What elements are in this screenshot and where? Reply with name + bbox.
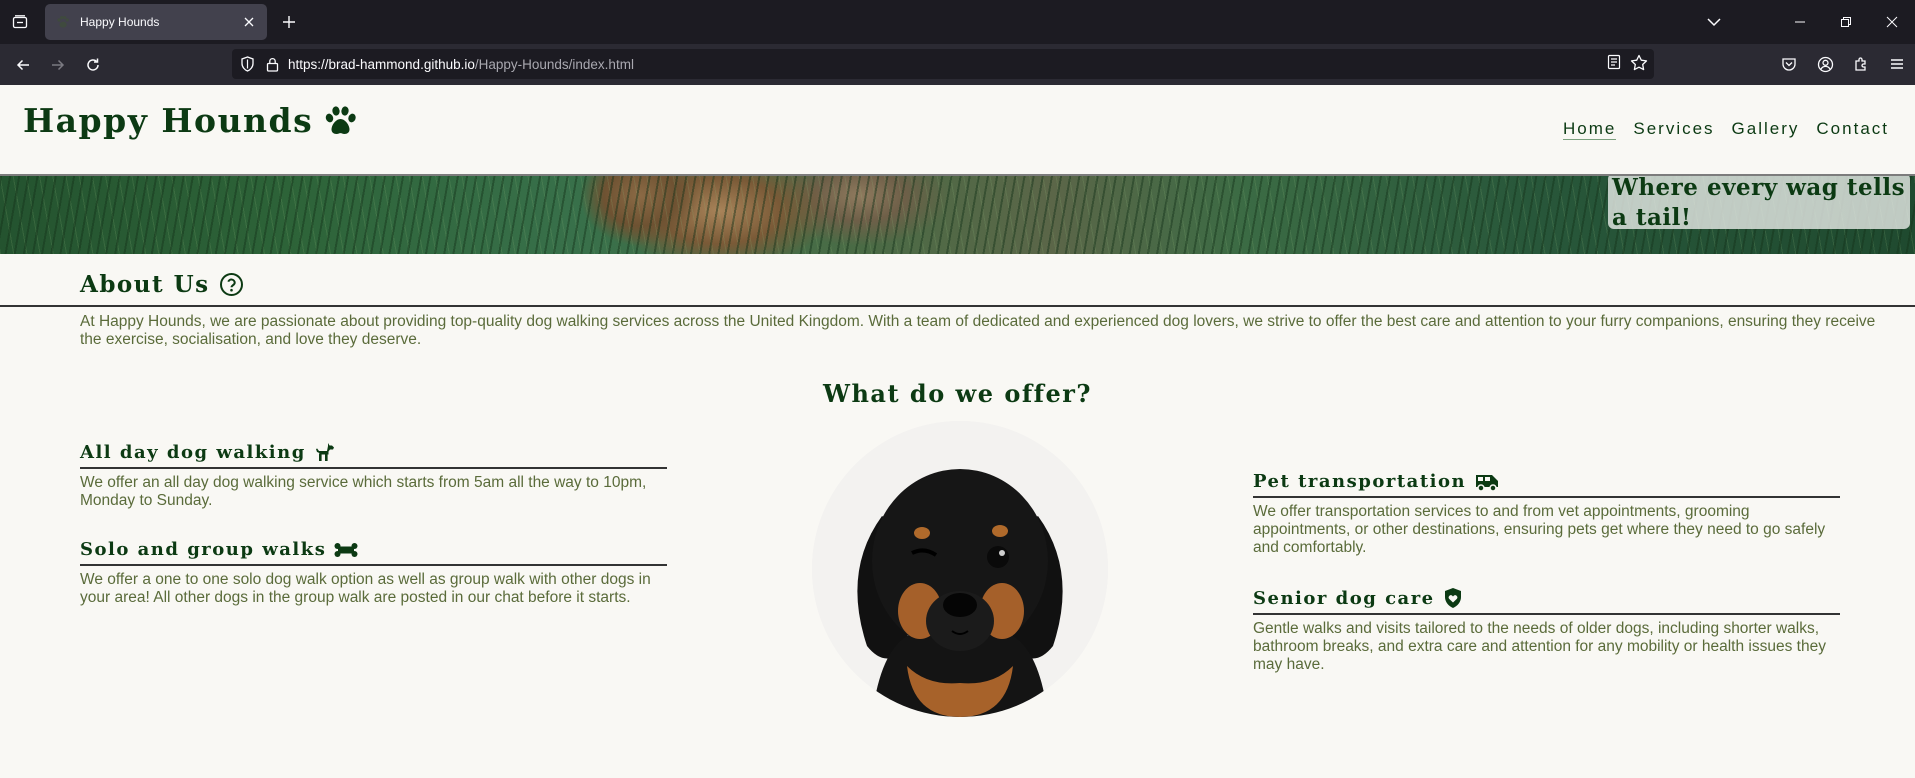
bookmark-star-icon[interactable]	[1630, 54, 1648, 77]
service-title: Solo and group walks	[80, 539, 667, 566]
close-tab-icon[interactable]	[241, 14, 257, 30]
dog-icon	[314, 441, 336, 463]
question-circle-icon	[219, 272, 244, 297]
reload-icon[interactable]	[77, 49, 109, 81]
service-text: We offer an all day dog walking service …	[80, 474, 647, 509]
service-title-text: All day dog walking	[80, 441, 306, 463]
new-tab-icon[interactable]	[275, 8, 303, 36]
puppy-image	[812, 421, 1108, 717]
minimize-icon[interactable]	[1777, 0, 1823, 44]
service-text: Gentle walks and visits tailored to the …	[1253, 620, 1826, 673]
paw-favicon-icon	[55, 14, 71, 30]
service-title-text: Solo and group walks	[80, 539, 327, 560]
van-icon	[1474, 472, 1500, 492]
service-title: Pet transportation	[1253, 471, 1840, 498]
service-title-text: Senior dog care	[1253, 587, 1435, 609]
nav-link-contact[interactable]: Contact	[1816, 119, 1889, 140]
browser-tab[interactable]: Happy Hounds	[45, 4, 267, 40]
service-text: We offer a one to one solo dog walk opti…	[80, 571, 651, 606]
browser-tab-bar: Happy Hounds	[0, 0, 1915, 44]
bone-icon	[334, 542, 358, 558]
service-text: We offer transportation services to and …	[1253, 503, 1826, 556]
hero-tagline: Where every wag tells a tail!	[1608, 176, 1910, 231]
site-nav: Home Services Gallery Contact	[1563, 119, 1889, 140]
tab-title: Happy Hounds	[80, 15, 160, 29]
hero-banner: Where every wag tells a tail!	[0, 176, 1915, 254]
about-divider	[0, 305, 1915, 307]
nav-link-home[interactable]: Home	[1563, 119, 1617, 140]
service-title: Senior dog care	[1253, 587, 1840, 615]
service-title-text: Pet transportation	[1253, 471, 1467, 492]
lock-icon[interactable]	[262, 54, 282, 74]
service-title: All day dog walking	[80, 441, 667, 469]
app-menu-icon[interactable]	[1879, 48, 1915, 80]
site-logo[interactable]: Happy Hounds	[23, 101, 357, 140]
reader-view-icon[interactable]	[1606, 54, 1622, 77]
list-all-tabs-icon[interactable]	[9, 11, 31, 33]
restore-icon[interactable]	[1823, 0, 1869, 44]
service-card: Senior dog care Gentle walks and visits …	[1253, 587, 1840, 674]
close-window-icon[interactable]	[1869, 0, 1915, 44]
browser-toolbar: https://brad-hammond.github.io/Happy-Hou…	[0, 44, 1915, 85]
chevron-down-icon[interactable]	[1703, 11, 1725, 33]
about-text: At Happy Hounds, we are passionate about…	[80, 313, 1876, 348]
url-host: https://brad-hammond.github.io	[288, 56, 475, 72]
service-card: Solo and group walks We offer a one to o…	[80, 539, 667, 607]
site-logo-text: Happy Hounds	[23, 101, 314, 140]
extensions-icon[interactable]	[1843, 48, 1879, 80]
back-arrow-icon[interactable]	[7, 49, 39, 81]
shield-heart-icon	[1443, 587, 1463, 609]
site-header: Happy Hounds Home Services Gallery Conta…	[0, 85, 1915, 176]
address-bar[interactable]: https://brad-hammond.github.io/Happy-Hou…	[232, 49, 1654, 79]
url-text: https://brad-hammond.github.io/Happy-Hou…	[288, 57, 634, 72]
offer-heading: What do we offer?	[823, 379, 1092, 408]
tracking-shield-icon[interactable]	[237, 54, 257, 74]
url-path: /Happy-Hounds/index.html	[474, 56, 634, 72]
forward-arrow-icon[interactable]	[42, 49, 74, 81]
about-heading: About Us	[80, 271, 244, 298]
paw-icon	[325, 105, 357, 136]
pocket-icon[interactable]	[1771, 48, 1807, 80]
window-controls	[1777, 0, 1915, 44]
nav-link-services[interactable]: Services	[1633, 119, 1714, 140]
about-heading-text: About Us	[80, 271, 210, 298]
account-icon[interactable]	[1807, 48, 1843, 80]
nav-link-gallery[interactable]: Gallery	[1732, 119, 1800, 140]
page-viewport: Happy Hounds Home Services Gallery Conta…	[0, 85, 1915, 778]
service-card: All day dog walking We offer an all day …	[80, 441, 667, 510]
toolbar-right-actions	[1771, 48, 1915, 80]
service-card: Pet transportation We offer transportati…	[1253, 471, 1840, 557]
